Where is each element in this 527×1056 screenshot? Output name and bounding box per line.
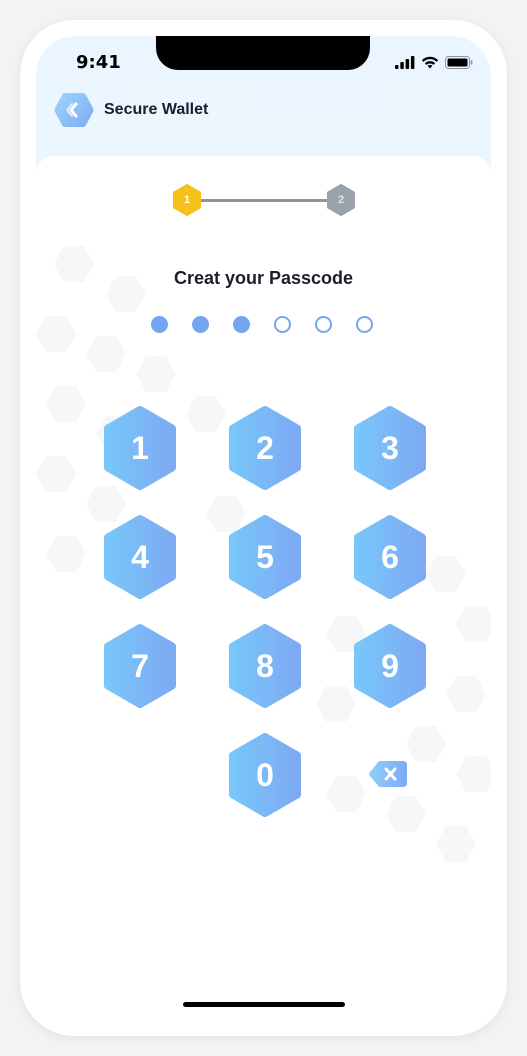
signal-icon — [395, 56, 415, 69]
step-2-label: 2 — [337, 194, 345, 206]
key-label: 5 — [256, 539, 274, 575]
passcode-dot-empty — [274, 316, 291, 333]
key-label: 9 — [381, 648, 399, 684]
step-1: 1 — [172, 184, 202, 216]
app-screen: 9:41 Secure Wallet 1 2 Creat your Passco… — [36, 36, 491, 1020]
key-0[interactable]: 0 — [227, 733, 303, 817]
passcode-dot-filled — [151, 316, 168, 333]
app-header: Secure Wallet — [54, 90, 208, 130]
wifi-icon — [421, 56, 439, 69]
passcode-title: Creat your Passcode — [173, 268, 354, 288]
device-notch — [156, 36, 370, 70]
key-label: 1 — [131, 430, 149, 466]
chevron-left-icon — [54, 93, 94, 127]
delete-button[interactable] — [368, 760, 408, 788]
key-9[interactable]: 9 — [352, 624, 428, 708]
passcode-dots — [151, 316, 373, 333]
key-2[interactable]: 2 — [227, 406, 303, 490]
key-4[interactable]: 4 — [102, 515, 178, 599]
passcode-dot-filled — [233, 316, 250, 333]
back-button[interactable] — [54, 90, 94, 130]
key-6[interactable]: 6 — [352, 515, 428, 599]
step-1-label: 1 — [183, 194, 191, 206]
key-label: 0 — [256, 757, 274, 793]
step-connector — [186, 199, 342, 202]
key-1[interactable]: 1 — [102, 406, 178, 490]
key-label: 7 — [131, 648, 149, 684]
key-3[interactable]: 3 — [352, 406, 428, 490]
passcode-dot-empty — [356, 316, 373, 333]
backspace-icon — [369, 761, 407, 787]
key-label: 4 — [131, 539, 149, 575]
header-title: Secure Wallet — [104, 101, 209, 118]
passcode-dot-filled — [192, 316, 209, 333]
key-label: 2 — [256, 430, 274, 466]
status-time: 9:41 — [76, 52, 121, 73]
passcode-dot-empty — [315, 316, 332, 333]
key-7[interactable]: 7 — [102, 624, 178, 708]
key-8[interactable]: 8 — [227, 624, 303, 708]
key-label: 3 — [381, 430, 399, 466]
key-label: 8 — [256, 648, 274, 684]
content-card: 1 2 Creat your Passcode 1 2 3 4 5 6 7 8 9 0 — [36, 156, 491, 1020]
step-2: 2 — [326, 184, 356, 216]
step-indicator: 1 2 — [172, 184, 356, 216]
battery-icon — [445, 56, 473, 69]
key-label: 6 — [381, 539, 399, 575]
home-indicator — [183, 1002, 345, 1007]
status-icons — [395, 56, 473, 69]
phone-frame: 9:41 Secure Wallet 1 2 Creat your Passco… — [20, 20, 507, 1036]
key-5[interactable]: 5 — [227, 515, 303, 599]
